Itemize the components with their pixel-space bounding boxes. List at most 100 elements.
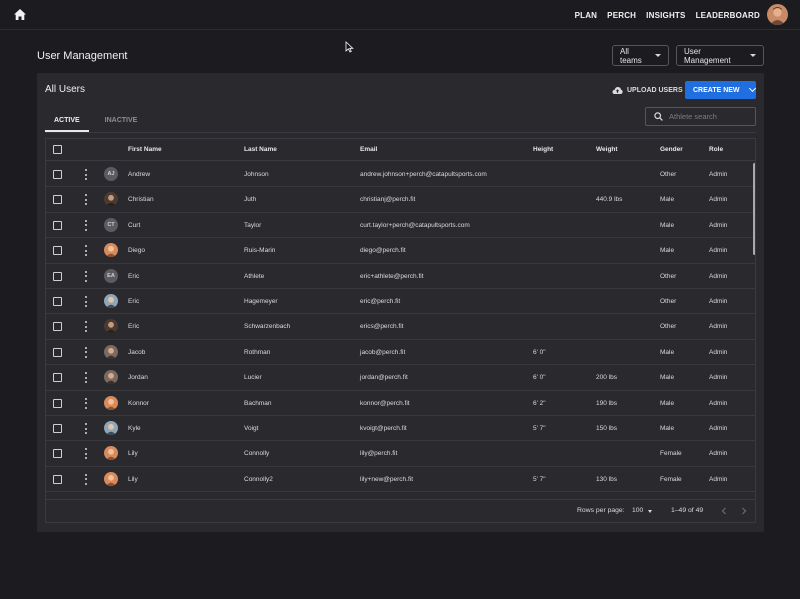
more-vert-icon[interactable] xyxy=(84,169,87,180)
column-email[interactable]: Email xyxy=(360,139,377,161)
table-row[interactable]: AJ Andrew Johnson andrew.johnson+perch@cata… xyxy=(46,162,755,188)
search-icon xyxy=(654,112,663,121)
cell-gender: Male xyxy=(660,348,675,356)
cell-weight: 190 lbs xyxy=(596,399,617,407)
table-row[interactable]: Eric Schwarzenbach erics@perch.fit Other Adm… xyxy=(46,314,755,340)
nav-insights[interactable]: INSIGHTS xyxy=(646,11,685,20)
row-checkbox[interactable] xyxy=(53,297,62,306)
table-row[interactable]: Jordan Lucier jordan@perch.fit 6' 0" 200 lbs… xyxy=(46,365,755,391)
row-checkbox[interactable] xyxy=(53,373,62,383)
cell-role: Admin xyxy=(709,196,728,204)
athlete-search[interactable] xyxy=(645,107,756,126)
next-page-icon[interactable] xyxy=(740,507,748,515)
row-checkbox[interactable] xyxy=(53,424,62,433)
table-row[interactable]: Lily Connolly lily@perch.fit Female Admin xyxy=(46,441,755,467)
cell-first: Konnor xyxy=(128,399,149,407)
cell-email: eric@perch.fit xyxy=(360,298,401,305)
more-vert-icon[interactable] xyxy=(84,397,87,409)
cell-role: Admin xyxy=(709,475,728,483)
section-select[interactable]: User Management xyxy=(676,45,764,66)
nav-plan[interactable]: PLAN xyxy=(575,11,598,20)
cell-last: Bachman xyxy=(244,399,272,407)
upload-users-button[interactable]: UPLOAD USERS xyxy=(612,84,683,96)
previous-page-icon[interactable] xyxy=(720,507,728,515)
row-checkbox[interactable] xyxy=(53,220,62,230)
team-select[interactable]: All teams xyxy=(612,45,669,66)
create-new-button[interactable]: CREATE NEW xyxy=(685,81,756,99)
more-vert-icon[interactable] xyxy=(84,346,87,358)
nav-perch[interactable]: PERCH xyxy=(607,11,636,20)
table-row[interactable]: EA Eric Athlete eric+athlete@perch.fit Other… xyxy=(46,264,755,289)
more-vert-icon[interactable] xyxy=(84,194,87,206)
row-checkbox[interactable] xyxy=(53,271,62,281)
row-checkbox[interactable] xyxy=(53,347,62,357)
cell-gender: Other xyxy=(660,171,677,178)
table-row[interactable]: Christian Juth christianj@perch.fit 440.9 l… xyxy=(46,187,755,213)
cell-role: Admin xyxy=(709,221,728,229)
row-checkbox[interactable] xyxy=(53,322,62,332)
column-role[interactable]: Role xyxy=(709,139,723,161)
row-checkbox[interactable] xyxy=(53,246,62,256)
cell-email: erics@perch.fit xyxy=(360,323,404,331)
rows-per-page-select[interactable]: 100 xyxy=(632,507,643,514)
more-vert-icon[interactable] xyxy=(84,270,87,282)
cell-first: Diego xyxy=(128,247,145,255)
select-all-checkbox[interactable] xyxy=(53,145,62,154)
cell-role: Admin xyxy=(709,399,728,407)
row-checkbox[interactable] xyxy=(53,449,62,459)
column-gender[interactable]: Gender xyxy=(660,139,683,161)
cell-last: Rothman xyxy=(244,348,271,356)
users-table: First Name Last Name Email Height Weight… xyxy=(45,138,756,523)
tabs-divider xyxy=(45,132,756,133)
table-row[interactable]: Diego Ruis-Marin diego@perch.fit Male Admin xyxy=(46,238,755,264)
more-vert-icon[interactable] xyxy=(84,296,87,307)
cell-height: 6' 0" xyxy=(533,374,546,382)
table-row[interactable]: Jacob Rothman jacob@perch.fit 6' 0" Male Admi… xyxy=(46,340,755,366)
row-checkbox[interactable] xyxy=(53,474,62,484)
cell-last: Taylor xyxy=(244,221,262,229)
table-row[interactable]: Konnor Bachman konnor@perch.fit 6' 2" 190 lb… xyxy=(46,391,755,416)
user-avatar[interactable] xyxy=(767,4,788,25)
top-bar: PLAN PERCH INSIGHTS LEADERBOARD xyxy=(0,0,800,30)
more-vert-icon[interactable] xyxy=(84,219,87,231)
column-first-name[interactable]: First Name xyxy=(128,139,162,161)
search-input[interactable] xyxy=(669,112,754,121)
more-vert-icon[interactable] xyxy=(84,245,87,257)
cell-weight: 440.9 lbs xyxy=(596,196,623,204)
home-icon[interactable] xyxy=(12,7,28,23)
table-header: First Name Last Name Email Height Weight… xyxy=(46,139,755,161)
cell-gender: Female xyxy=(660,475,682,483)
cell-role: Admin xyxy=(709,298,728,305)
table-row[interactable]: Kyle Voigt kvoigt@perch.fit 5' 7" 150 lbs Mal… xyxy=(46,416,755,442)
avatar: EA xyxy=(104,268,118,283)
table-row[interactable]: Eric Hagemeyer eric@perch.fit Other Admin xyxy=(46,289,755,315)
more-vert-icon[interactable] xyxy=(84,448,87,460)
table-scrollbar[interactable] xyxy=(753,163,755,255)
row-checkbox[interactable] xyxy=(53,398,62,408)
more-vert-icon[interactable] xyxy=(84,321,87,333)
table-row[interactable]: Lily Connolly2 lily+new@perch.fit 5' 7" 130 … xyxy=(46,467,755,493)
avatar xyxy=(104,294,118,308)
cell-last: Hagemeyer xyxy=(244,298,278,305)
more-vert-icon[interactable] xyxy=(84,473,87,485)
cell-first: Andrew xyxy=(128,171,151,178)
card-title: All Users xyxy=(45,84,86,95)
row-checkbox[interactable] xyxy=(53,170,62,179)
cell-weight: 200 lbs xyxy=(596,374,617,382)
cloud-upload-icon xyxy=(612,86,623,94)
caret-down-icon xyxy=(648,510,652,513)
cell-first: Eric xyxy=(128,323,140,331)
column-last-name[interactable]: Last Name xyxy=(244,139,277,161)
nav-leaderboard[interactable]: LEADERBOARD xyxy=(696,11,760,20)
column-weight[interactable]: Weight xyxy=(596,139,618,161)
cell-last: Lucier xyxy=(244,374,262,382)
column-height[interactable]: Height xyxy=(533,139,553,161)
row-checkbox[interactable] xyxy=(53,195,62,205)
tab-inactive[interactable]: INACTIVE xyxy=(96,115,147,132)
cell-role: Admin xyxy=(709,450,728,458)
more-vert-icon[interactable] xyxy=(84,372,87,384)
cell-first: Kyle xyxy=(128,425,141,432)
table-row[interactable]: CT Curt Taylor curt.taylor+perch@catapultsp… xyxy=(46,213,755,239)
tab-active[interactable]: ACTIVE xyxy=(45,115,89,132)
more-vert-icon[interactable] xyxy=(84,423,87,434)
